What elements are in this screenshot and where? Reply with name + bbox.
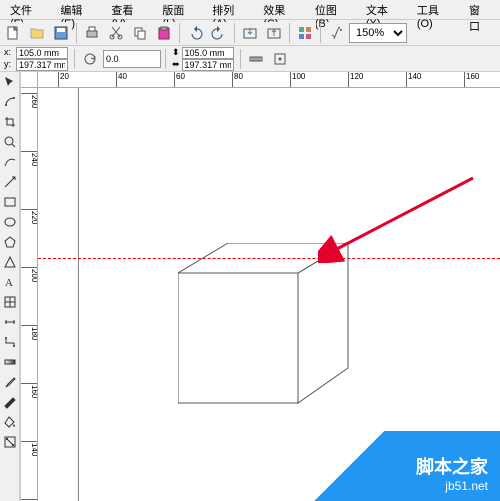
menu-effects[interactable]: 效果(C) (255, 0, 307, 19)
eyedropper-tool[interactable] (0, 372, 20, 392)
export-button[interactable] (263, 22, 285, 44)
size-display: ⬍ ⬌ (170, 47, 236, 71)
coords-display: x: y: (2, 47, 70, 71)
interactive-fill-tool[interactable] (0, 432, 20, 452)
watermark-en: jb51.net (445, 479, 488, 493)
text-tool[interactable]: A (0, 272, 20, 292)
rectangle-tool[interactable] (0, 192, 20, 212)
ruler-h-tick: 80 (232, 72, 243, 88)
print-button[interactable] (81, 22, 103, 44)
ruler-v-tick: 160 (21, 383, 38, 398)
size-w-icon: ⬍ (172, 47, 180, 58)
rotate-icon (79, 48, 101, 70)
ruler-horizontal[interactable]: 20 40 60 80 100 120 140 160 (38, 72, 500, 88)
units-button[interactable] (245, 48, 267, 70)
dimension-tool[interactable] (0, 312, 20, 332)
redo-button[interactable] (208, 22, 230, 44)
watermark: 脚本之家 jb51.net (260, 431, 500, 501)
pick-tool[interactable] (0, 72, 20, 92)
ruler-v-tick: 240 (21, 151, 38, 166)
ruler-h-tick: 20 (58, 72, 69, 88)
y-label: y: (4, 59, 14, 70)
new-button[interactable] (2, 22, 24, 44)
ruler-h-tick: 60 (174, 72, 185, 88)
shape-tool[interactable] (0, 92, 20, 112)
zoom-tool[interactable] (0, 132, 20, 152)
freehand-tool[interactable] (0, 152, 20, 172)
ruler-v-tick: 180 (21, 325, 38, 340)
menu-file[interactable]: 文件(F) (2, 0, 52, 19)
ruler-v-tick: 260 (21, 93, 38, 108)
connector-tool[interactable] (0, 332, 20, 352)
ruler-h-tick: 120 (348, 72, 363, 88)
toolbox: A (0, 72, 20, 501)
menu-view[interactable]: 查看(V) (103, 0, 154, 19)
menu-window[interactable]: 窗口 (461, 0, 498, 19)
menubar: 文件(F) 编辑(E) 查看(V) 版面(L) 排列(A) 效果(C) 位图(B… (0, 0, 500, 20)
ellipse-tool[interactable] (0, 212, 20, 232)
import-button[interactable] (239, 22, 261, 44)
copy-button[interactable] (129, 22, 151, 44)
app-launcher-button[interactable] (294, 22, 316, 44)
watermark-cn: 脚本之家 (416, 453, 488, 479)
ruler-v-tick: 220 (21, 209, 38, 224)
outline-tool[interactable] (0, 392, 20, 412)
size-h-icon: ⬌ (172, 59, 180, 70)
menu-layout[interactable]: 版面(L) (154, 0, 204, 19)
basic-shapes-tool[interactable] (0, 252, 20, 272)
cut-button[interactable] (105, 22, 127, 44)
table-tool[interactable] (0, 292, 20, 312)
smart-drawing-tool[interactable] (0, 172, 20, 192)
polygon-tool[interactable] (0, 232, 20, 252)
size-w[interactable] (182, 47, 234, 59)
ruler-h-tick: 160 (464, 72, 479, 88)
menu-arrange[interactable]: 排列(A) (204, 0, 255, 19)
x-value[interactable] (16, 47, 68, 59)
annotation-arrow (318, 173, 478, 263)
size-h[interactable] (182, 59, 234, 71)
svg-text:A: A (5, 277, 13, 289)
ruler-corner[interactable] (20, 72, 38, 88)
zoom-select[interactable]: 150% (349, 23, 407, 43)
save-button[interactable] (50, 22, 72, 44)
spray-button[interactable] (325, 22, 347, 44)
ruler-v-tick: 200 (21, 267, 38, 282)
cube-drawing[interactable] (178, 243, 358, 413)
ruler-v-tick: 140 (21, 441, 38, 456)
ruler-h-tick: 40 (116, 72, 127, 88)
paste-button[interactable] (153, 22, 175, 44)
menu-tools[interactable]: 工具(O) (409, 0, 461, 19)
fill-tool[interactable] (0, 412, 20, 432)
ruler-vertical[interactable]: 260 240 220 200 180 160 140 120 (20, 88, 38, 501)
rotation-input[interactable] (103, 50, 161, 68)
undo-button[interactable] (184, 22, 206, 44)
ruler-h-tick: 100 (290, 72, 305, 88)
crop-tool[interactable] (0, 112, 20, 132)
menu-bitmap[interactable]: 位图(B) (307, 0, 358, 19)
interactive-tool[interactable] (0, 352, 20, 372)
ruler-h-tick: 140 (406, 72, 421, 88)
menu-text[interactable]: 文本(X) (358, 0, 409, 19)
property-bar: x: y: ⬍ ⬌ (0, 46, 500, 72)
menu-edit[interactable]: 编辑(E) (52, 0, 103, 19)
x-label: x: (4, 47, 14, 58)
y-value[interactable] (16, 59, 68, 71)
open-button[interactable] (26, 22, 48, 44)
snap-button[interactable] (269, 48, 291, 70)
